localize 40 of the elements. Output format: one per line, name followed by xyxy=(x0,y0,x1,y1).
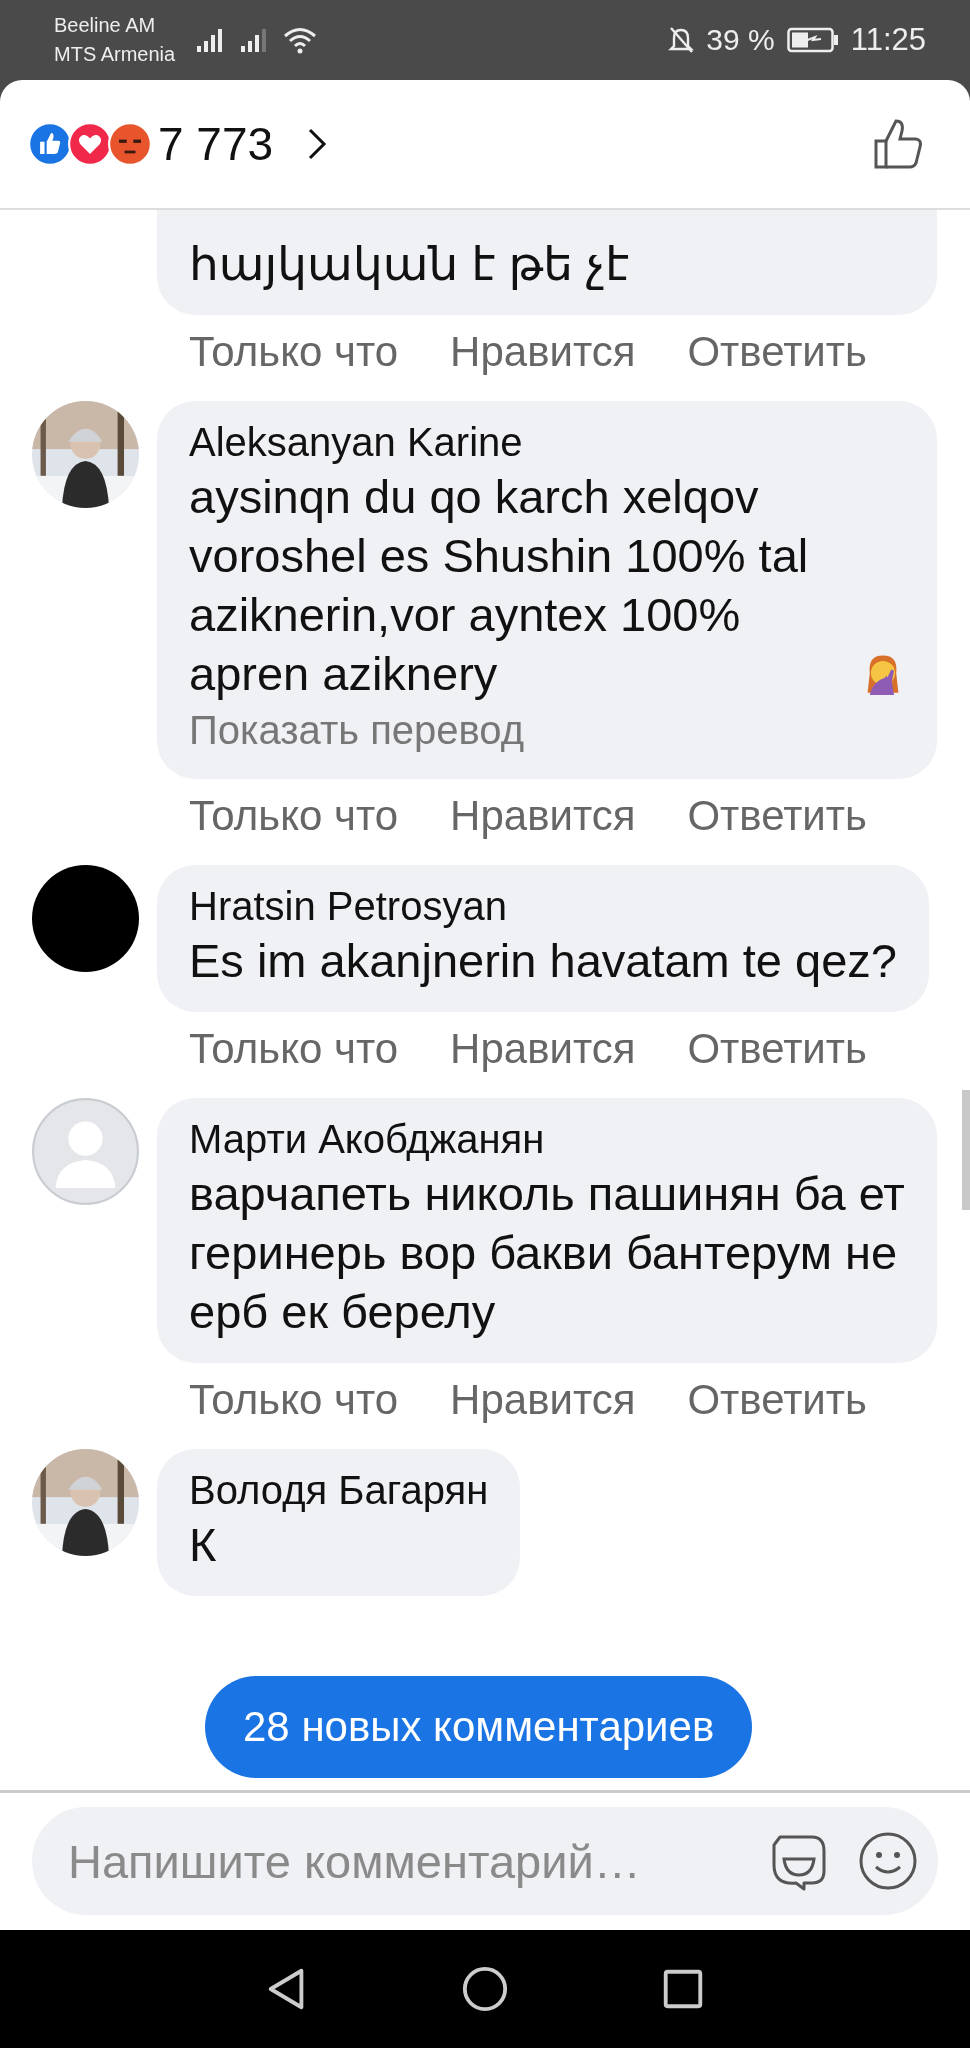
battery-percent: 39 % xyxy=(706,23,775,57)
comment-time: Только что xyxy=(189,791,399,841)
comment-action-link[interactable]: Нравится xyxy=(450,327,636,377)
comment-time: Только что xyxy=(189,1375,399,1425)
comment-author[interactable]: Aleksanyan Karine xyxy=(189,417,905,467)
love-reaction-icon xyxy=(68,122,112,166)
muted-bell-icon xyxy=(668,26,695,54)
comment-author[interactable]: Hratsin Petrosyan xyxy=(189,881,897,931)
comment-action-link[interactable]: Нравится xyxy=(450,1375,636,1425)
chevron-right-icon[interactable] xyxy=(307,127,328,161)
comment-action-link[interactable]: Ответить xyxy=(687,1375,867,1425)
comment-text: aysinqn du qo karch xelqov voroshel es Shushin 100% tal aziknerin,vor ayntex 100% apren aziknery xyxy=(189,469,810,702)
smiley-icon[interactable] xyxy=(858,1831,918,1891)
show-translation-link[interactable]: Показать перевод xyxy=(189,703,905,757)
comment-text: варчапеть николь пашинян ба ет геринерь вор бакви бантерум не ерб ек берелу xyxy=(189,1166,905,1340)
reaction-count[interactable]: 7 773 xyxy=(158,117,274,171)
comment-author[interactable]: Марти Акобджанян xyxy=(189,1114,905,1164)
battery-icon xyxy=(786,27,839,53)
comment-author[interactable]: Володя Багарян xyxy=(189,1465,489,1515)
carrier-name: MTS Armenia xyxy=(54,42,176,67)
default-avatar-icon xyxy=(32,1098,139,1205)
comment-input[interactable]: Напишите комментарий… xyxy=(66,1832,738,1890)
wifi-icon xyxy=(283,26,318,54)
comment-text: հայկական է թե չէ xyxy=(189,236,630,292)
comment-time: Только что xyxy=(189,327,399,377)
comment-time: Только что xyxy=(189,1024,399,1074)
comment-action-link[interactable]: Нравится xyxy=(450,1024,636,1074)
comment-action-link[interactable]: Ответить xyxy=(687,791,867,841)
comment-action-link[interactable]: Ответить xyxy=(687,327,867,377)
like-reaction-icon xyxy=(28,122,72,166)
carrier-name: Beeline AM xyxy=(54,13,157,38)
angry-reaction-icon xyxy=(108,122,152,166)
home-icon[interactable] xyxy=(461,1965,509,2013)
comment-action-link[interactable]: Нравится xyxy=(450,791,636,841)
comment-text: Es im akanjnerin havatam te qez? xyxy=(189,933,897,989)
new-comments-button[interactable]: 28 новых комментариев xyxy=(205,1676,753,1778)
comment-text: К xyxy=(189,1517,217,1573)
comment-bar[interactable]: Напишите комментарий… xyxy=(32,1807,938,1915)
comment-action-link[interactable]: Ответить xyxy=(687,1024,867,1074)
clock-time: 11:25 xyxy=(850,22,926,58)
